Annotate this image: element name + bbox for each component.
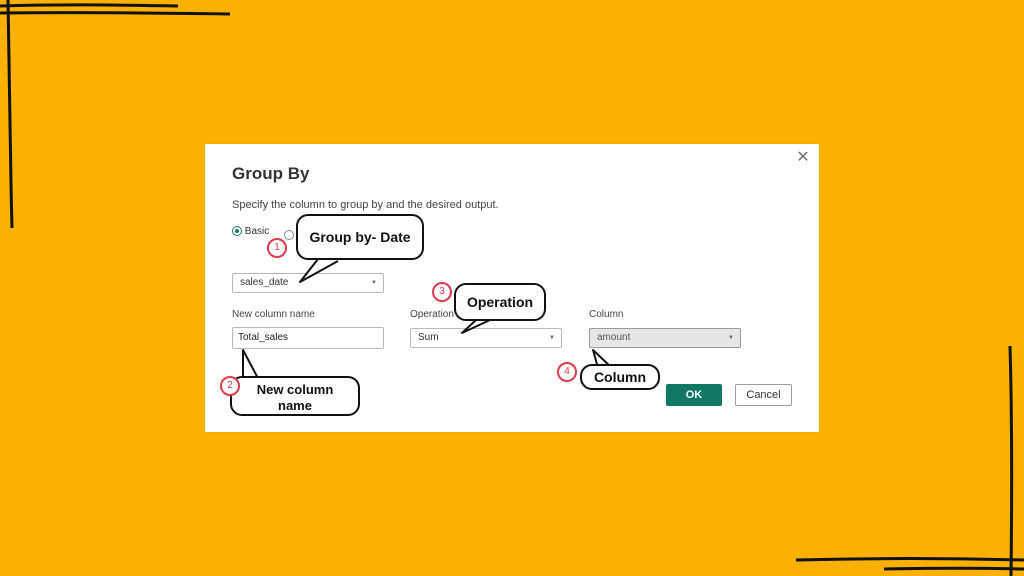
badge-2: 2	[220, 376, 240, 396]
badge-3: 3	[432, 282, 452, 302]
callout-column: Column	[580, 364, 660, 390]
callout-operation: Operation	[454, 283, 546, 321]
callout-operation-text: Operation	[466, 294, 534, 310]
callout-new-column-line2: name	[278, 398, 312, 413]
callout-group-by: Group by- Date	[296, 214, 424, 260]
callout-new-column-line1: New column	[256, 382, 334, 397]
badge-4: 4	[557, 362, 577, 382]
callout-group-by-text: Group by- Date	[309, 229, 411, 245]
callout-new-column: New column name	[230, 376, 360, 416]
callout-column-text: Column	[593, 369, 647, 385]
badge-1: 1	[267, 238, 287, 258]
